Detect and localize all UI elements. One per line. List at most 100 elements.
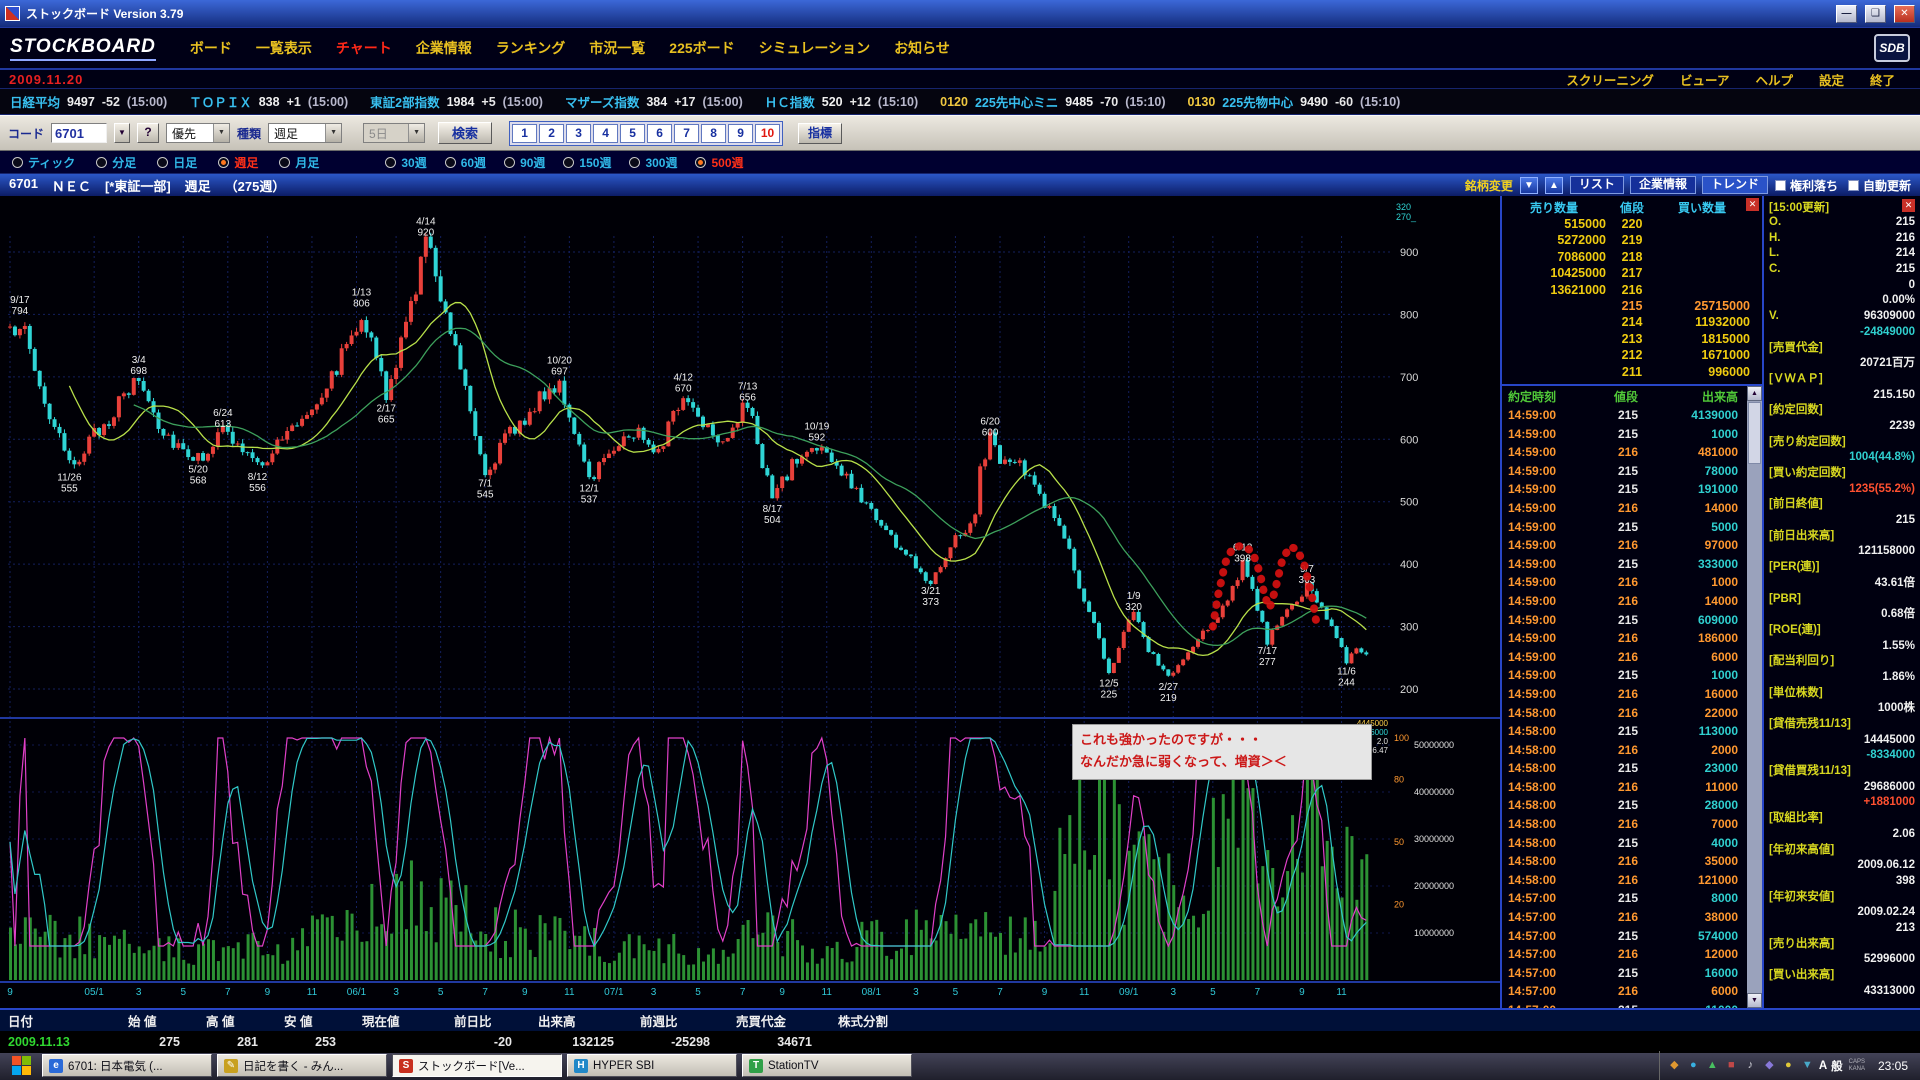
header-link[interactable]: ビューア [1680,70,1730,89]
svg-text:7/1: 7/1 [478,479,492,490]
tray-icon[interactable]: ● [1781,1058,1796,1073]
taskbar-button[interactable]: e6701: 日本電気 (... [42,1054,212,1077]
stat-value: 29686000 [1864,780,1915,796]
period-radio[interactable]: 30週 [385,154,426,171]
stat-line: [配当利回り] [1769,654,1915,670]
menu-item[interactable]: 市況一覧 [589,38,645,58]
ime-kana-indicator[interactable]: 般 [1831,1058,1843,1074]
chevron-down-icon[interactable]: ▼ [325,124,341,142]
symbol-up-button[interactable]: ▲ [1545,177,1563,194]
start-button[interactable] [10,1055,32,1077]
day-dropdown[interactable]: 5日 ▼ [363,123,425,143]
trade-price: 215 [1584,724,1638,743]
code-label: コード [8,125,44,142]
period-radio[interactable]: 90週 [504,154,545,171]
stockbar-checkbox[interactable]: 権利落ち [1775,177,1838,194]
radio-icon [504,157,515,168]
code-spin-button[interactable]: ▼ [114,123,130,143]
menu-item[interactable]: 225ボード [669,38,734,58]
header-link[interactable]: 設定 [1819,70,1844,89]
search-button[interactable]: 検索 [438,122,492,144]
page-button[interactable]: 8 [701,124,726,143]
checkbox-icon[interactable] [1848,180,1859,191]
page-button[interactable]: 10 [755,124,780,143]
page-button[interactable]: 6 [647,124,672,143]
menu-item[interactable]: ランキング [496,38,566,58]
period-radio[interactable]: 150週 [563,154,611,171]
tray-icon[interactable]: ▼ [1800,1058,1815,1073]
stockbar-button[interactable]: トレンド [1702,176,1768,194]
stockbar-button[interactable]: 企業情報 [1630,176,1696,194]
svg-text:320: 320 [1396,202,1411,212]
page-button[interactable]: 5 [620,124,645,143]
stat-value: 215 [1896,262,1915,278]
chevron-down-icon[interactable]: ▼ [408,124,424,142]
header-link[interactable]: 終了 [1870,70,1895,89]
indicator-button[interactable]: 指標 [798,123,842,144]
page-button[interactable]: 9 [728,124,753,143]
menu-item[interactable]: ボード [190,38,232,58]
period-radio[interactable]: 月足 [279,154,319,171]
tray-icon[interactable]: ▲ [1705,1058,1720,1073]
period-radio[interactable]: 週足 [218,154,258,171]
price-chart-area[interactable]: 9008007006005004003002005000000040000000… [0,196,1502,1008]
stockbar-checkbox[interactable]: 自動更新 [1848,177,1911,194]
taskbar-button[interactable]: TStationTV [742,1054,912,1077]
menu-item[interactable]: お知らせ [894,38,950,58]
symbol-down-button[interactable]: ▼ [1520,177,1538,194]
ime-mode-indicator[interactable]: A [1819,1060,1827,1072]
stockbar-button[interactable]: リスト [1570,176,1624,194]
menu-item[interactable]: シミュレーション [759,38,870,58]
scrollbar[interactable]: ▲ ▼ [1747,386,1762,1008]
tray-icon[interactable]: ● [1686,1058,1701,1073]
close-icon[interactable]: ✕ [1902,199,1915,212]
type-dropdown[interactable]: 週足 ▼ [268,123,342,143]
period-radio[interactable]: 日足 [157,154,197,171]
chart-canvas[interactable]: 9008007006005004003002005000000040000000… [0,196,1500,1008]
code-input[interactable] [51,123,107,143]
title-bar[interactable]: ストックボード Version 3.79 — ❑ ✕ [0,0,1920,27]
stat-line: [取組比率] [1769,811,1915,827]
taskbar-button[interactable]: HHYPER SBI [567,1054,737,1077]
page-button[interactable]: 3 [566,124,591,143]
period-radio-label: ティック [28,154,75,171]
stat-value: 1000株 [1878,701,1915,717]
daily-summary-bar: 日付始 値高 値安 値現在値前日比出来高前週比売買代金株式分割 2009.11.… [0,1008,1920,1051]
page-button[interactable]: 7 [674,124,699,143]
menu-item[interactable]: 企業情報 [416,38,472,58]
menu-item[interactable]: チャート [336,38,392,58]
period-radio[interactable]: ティック [12,154,75,171]
scroll-thumb[interactable] [1748,402,1761,464]
page-button[interactable]: 2 [539,124,564,143]
period-radio[interactable]: 60週 [445,154,486,171]
tray-icon[interactable]: ■ [1724,1058,1739,1073]
scroll-down-icon[interactable]: ▼ [1747,993,1762,1008]
page-button[interactable]: 4 [593,124,618,143]
menu-item[interactable]: 一覧表示 [256,38,312,58]
minimize-button[interactable]: — [1836,5,1857,23]
taskbar-button-label: ストックボード[Ve... [418,1058,525,1074]
chart-annotation-box[interactable]: これも強かったのですが・・・ なんだか急に弱くなって、増資＞＜ [1072,724,1372,780]
close-button[interactable]: ✕ [1894,5,1915,23]
header-link[interactable]: ヘルプ [1755,70,1793,89]
priority-dropdown[interactable]: 優先 ▼ [166,123,230,143]
tray-icons: ◆ ● ▲ ■ ♪ ◆ ● ▼ [1667,1058,1815,1073]
taskbar-button[interactable]: ✎日記を書く - みん... [217,1054,387,1077]
scroll-up-icon[interactable]: ▲ [1747,386,1762,401]
period-radio-label: 500週 [711,154,743,171]
period-radio[interactable]: 分足 [96,154,136,171]
header-link[interactable]: スクリーニング [1566,70,1654,89]
tray-icon[interactable]: ♪ [1743,1058,1758,1073]
checkbox-icon[interactable] [1775,180,1786,191]
chevron-down-icon[interactable]: ▼ [213,124,229,142]
tray-icon[interactable]: ◆ [1667,1058,1682,1073]
help-button[interactable]: ? [137,123,159,143]
trade-price: 216 [1584,743,1638,762]
period-radio[interactable]: 500週 [695,154,743,171]
taskbar-button[interactable]: Sストックボード[Ve... [392,1054,562,1077]
page-button[interactable]: 1 [512,124,537,143]
tray-icon[interactable]: ◆ [1762,1058,1777,1073]
period-radio[interactable]: 300週 [629,154,677,171]
close-icon[interactable]: ✕ [1746,198,1759,211]
maximize-button[interactable]: ❑ [1865,5,1886,23]
